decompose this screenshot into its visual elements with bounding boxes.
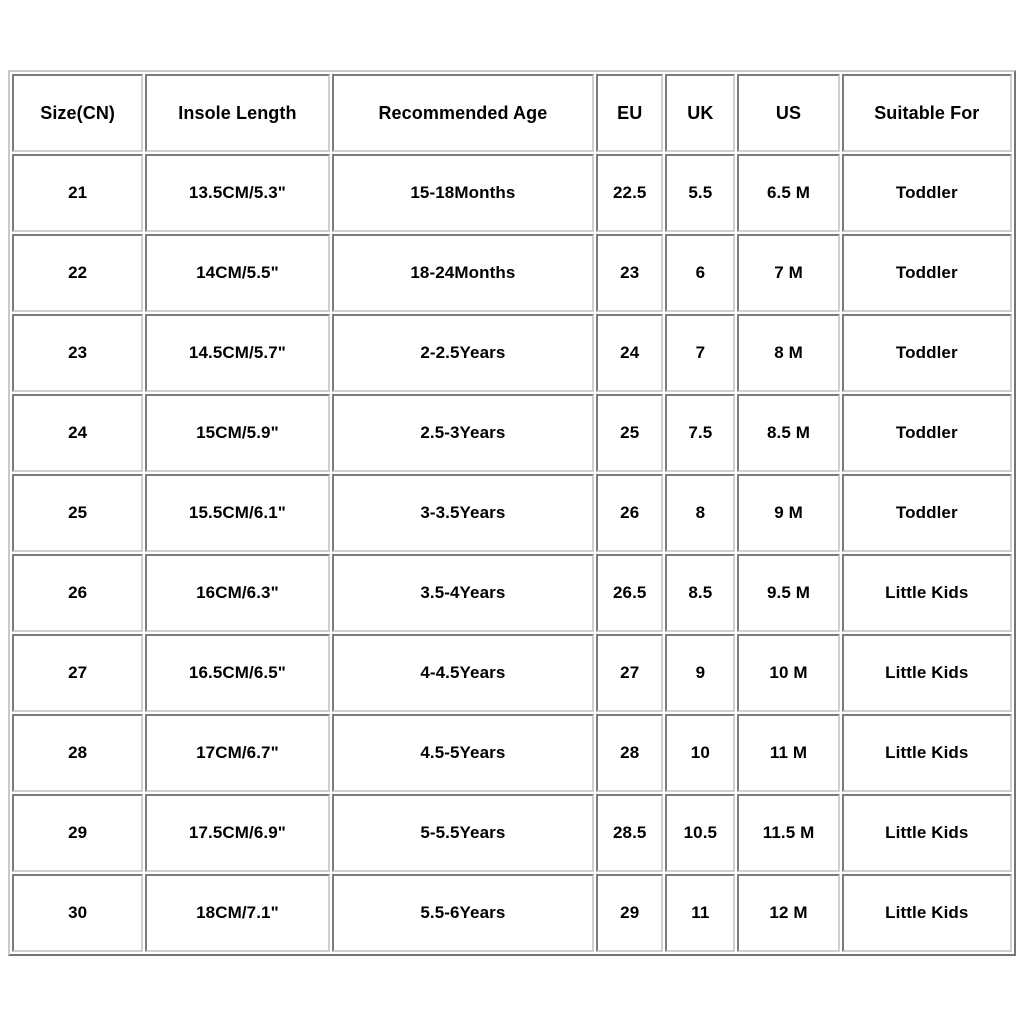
cell-insole: 15.5CM/6.1" (145, 474, 330, 552)
cell-insole: 16CM/6.3" (145, 554, 330, 632)
cell-suitable: Little Kids (841, 554, 1012, 632)
cell-suitable: Little Kids (841, 874, 1012, 952)
cell-insole: 14.5CM/5.7" (145, 314, 330, 392)
cell-suitable: Toddler (841, 474, 1012, 552)
cell-us: 6.5 M (737, 154, 840, 232)
cell-insole: 16.5CM/6.5" (145, 634, 330, 712)
cell-insole: 17CM/6.7" (145, 714, 330, 792)
column-header-insole-length: Insole Length (145, 74, 330, 152)
cell-age: 15-18Months (331, 154, 595, 232)
table-header: Size(CN) Insole Length Recommended Age E… (12, 74, 1012, 152)
cell-uk: 10 (665, 714, 736, 792)
table-row: 25 15.5CM/6.1" 3-3.5Years 26 8 9 M Toddl… (12, 474, 1012, 552)
cell-age: 18-24Months (331, 234, 595, 312)
cell-size-cn: 28 (12, 714, 144, 792)
cell-us: 8.5 M (737, 394, 840, 472)
cell-suitable: Little Kids (841, 634, 1012, 712)
cell-eu: 24 (596, 314, 664, 392)
cell-suitable: Toddler (841, 234, 1012, 312)
cell-suitable: Toddler (841, 154, 1012, 232)
cell-size-cn: 29 (12, 794, 144, 872)
table-header-row: Size(CN) Insole Length Recommended Age E… (12, 74, 1012, 152)
size-chart-table: Size(CN) Insole Length Recommended Age E… (8, 70, 1016, 956)
table-row: 29 17.5CM/6.9" 5-5.5Years 28.5 10.5 11.5… (12, 794, 1012, 872)
cell-eu: 26.5 (596, 554, 664, 632)
size-chart-table-wrapper: Size(CN) Insole Length Recommended Age E… (8, 70, 1016, 956)
column-header-eu: EU (596, 74, 664, 152)
cell-age: 4.5-5Years (331, 714, 595, 792)
cell-eu: 27 (596, 634, 664, 712)
cell-uk: 8 (665, 474, 736, 552)
cell-age: 5-5.5Years (331, 794, 595, 872)
cell-age: 3.5-4Years (331, 554, 595, 632)
cell-uk: 7 (665, 314, 736, 392)
cell-eu: 28.5 (596, 794, 664, 872)
cell-size-cn: 23 (12, 314, 144, 392)
cell-eu: 22.5 (596, 154, 664, 232)
cell-us: 11.5 M (737, 794, 840, 872)
cell-size-cn: 24 (12, 394, 144, 472)
cell-us: 12 M (737, 874, 840, 952)
cell-age: 2-2.5Years (331, 314, 595, 392)
cell-suitable: Toddler (841, 314, 1012, 392)
column-header-uk: UK (665, 74, 736, 152)
cell-size-cn: 30 (12, 874, 144, 952)
table-row: 21 13.5CM/5.3" 15-18Months 22.5 5.5 6.5 … (12, 154, 1012, 232)
cell-uk: 5.5 (665, 154, 736, 232)
cell-us: 11 M (737, 714, 840, 792)
cell-uk: 7.5 (665, 394, 736, 472)
table-row: 30 18CM/7.1" 5.5-6Years 29 11 12 M Littl… (12, 874, 1012, 952)
cell-suitable: Little Kids (841, 714, 1012, 792)
column-header-recommended-age: Recommended Age (331, 74, 595, 152)
cell-insole: 13.5CM/5.3" (145, 154, 330, 232)
table-body: 21 13.5CM/5.3" 15-18Months 22.5 5.5 6.5 … (12, 154, 1012, 952)
cell-size-cn: 27 (12, 634, 144, 712)
cell-eu: 23 (596, 234, 664, 312)
cell-uk: 8.5 (665, 554, 736, 632)
cell-eu: 28 (596, 714, 664, 792)
cell-eu: 25 (596, 394, 664, 472)
cell-suitable: Toddler (841, 394, 1012, 472)
cell-age: 2.5-3Years (331, 394, 595, 472)
table-row: 23 14.5CM/5.7" 2-2.5Years 24 7 8 M Toddl… (12, 314, 1012, 392)
cell-size-cn: 26 (12, 554, 144, 632)
table-row: 26 16CM/6.3" 3.5-4Years 26.5 8.5 9.5 M L… (12, 554, 1012, 632)
cell-eu: 29 (596, 874, 664, 952)
cell-insole: 18CM/7.1" (145, 874, 330, 952)
column-header-size-cn: Size(CN) (12, 74, 144, 152)
column-header-suitable-for: Suitable For (841, 74, 1012, 152)
cell-suitable: Little Kids (841, 794, 1012, 872)
table-row: 27 16.5CM/6.5" 4-4.5Years 27 9 10 M Litt… (12, 634, 1012, 712)
table-row: 28 17CM/6.7" 4.5-5Years 28 10 11 M Littl… (12, 714, 1012, 792)
cell-eu: 26 (596, 474, 664, 552)
cell-insole: 17.5CM/6.9" (145, 794, 330, 872)
column-header-us: US (737, 74, 840, 152)
cell-uk: 11 (665, 874, 736, 952)
size-chart-page: Size(CN) Insole Length Recommended Age E… (0, 0, 1024, 1024)
cell-us: 9 M (737, 474, 840, 552)
cell-uk: 6 (665, 234, 736, 312)
cell-age: 5.5-6Years (331, 874, 595, 952)
table-row: 22 14CM/5.5" 18-24Months 23 6 7 M Toddle… (12, 234, 1012, 312)
cell-insole: 15CM/5.9" (145, 394, 330, 472)
cell-size-cn: 21 (12, 154, 144, 232)
cell-us: 9.5 M (737, 554, 840, 632)
cell-size-cn: 22 (12, 234, 144, 312)
cell-age: 4-4.5Years (331, 634, 595, 712)
cell-uk: 9 (665, 634, 736, 712)
table-row: 24 15CM/5.9" 2.5-3Years 25 7.5 8.5 M Tod… (12, 394, 1012, 472)
cell-us: 10 M (737, 634, 840, 712)
cell-insole: 14CM/5.5" (145, 234, 330, 312)
cell-age: 3-3.5Years (331, 474, 595, 552)
cell-us: 8 M (737, 314, 840, 392)
cell-us: 7 M (737, 234, 840, 312)
cell-uk: 10.5 (665, 794, 736, 872)
cell-size-cn: 25 (12, 474, 144, 552)
